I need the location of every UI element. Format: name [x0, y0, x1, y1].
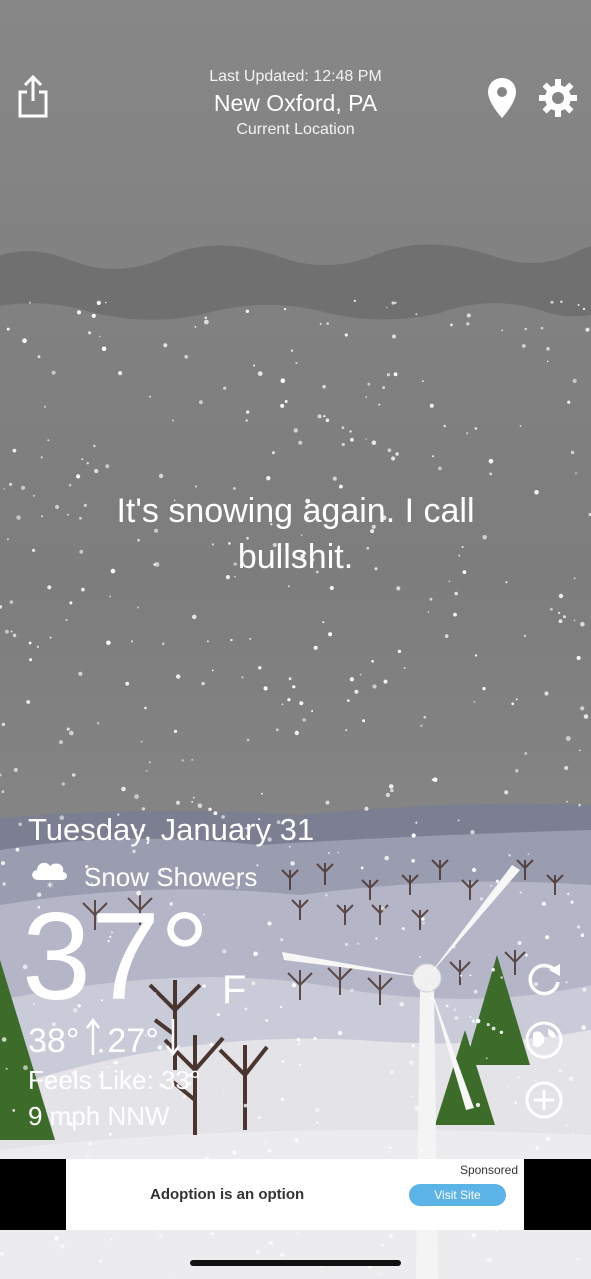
ad-sponsored-label: Sponsored: [459, 1163, 518, 1177]
high-low: 38° 27°: [28, 1017, 181, 1065]
arrow-down-icon: [165, 1018, 181, 1065]
ad-visit-site-button[interactable]: Visit Site: [409, 1184, 506, 1206]
top-bar: Last Updated: 12:48 PM New Oxford, PA Cu…: [0, 0, 591, 160]
location-header[interactable]: Last Updated: 12:48 PM New Oxford, PA Cu…: [0, 68, 591, 139]
refresh-icon[interactable]: [523, 958, 565, 1000]
add-icon[interactable]: [523, 1079, 565, 1121]
temperature-unit[interactable]: F: [222, 968, 246, 1013]
low-temp: 27°: [107, 1022, 159, 1060]
city-name: New Oxford, PA: [213, 90, 378, 116]
ad-letterbox-left: [0, 1159, 66, 1230]
ad-banner[interactable]: Sponsored Adoption is an option Visit Si…: [66, 1159, 524, 1230]
feels-like: Feels Like: 33°: [28, 1065, 201, 1095]
location-label: Current Location: [236, 121, 355, 138]
last-updated: Last Updated: 12:48 PM: [209, 68, 382, 85]
current-date: Tuesday, January 31: [28, 812, 315, 847]
ad-letterbox-right: [524, 1159, 591, 1230]
home-indicator[interactable]: [190, 1260, 401, 1266]
wind-speed: 9 mph NNW: [28, 1101, 170, 1131]
high-temp: 38°: [28, 1022, 80, 1060]
arrow-up-icon: [85, 1017, 101, 1065]
ad-title: Adoption is an option: [150, 1186, 305, 1203]
current-temperature: 37°: [22, 888, 210, 1026]
weather-quote: It's snowing again. I call bullshit.: [116, 492, 475, 576]
radar-icon[interactable]: [523, 1019, 565, 1061]
